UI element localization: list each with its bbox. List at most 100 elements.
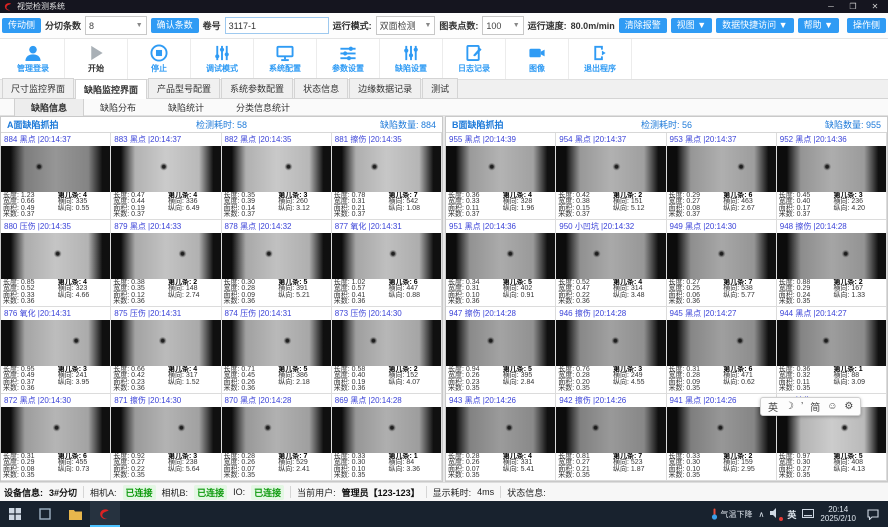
task-view-icon[interactable] xyxy=(30,501,60,527)
defect-thumbnail-image[interactable] xyxy=(667,320,776,366)
defect-tile[interactable]: 872 黑点 |20:14:30长度: 0.31宽度: 0.29面积: 0.08… xyxy=(1,394,111,481)
ime-item-英[interactable]: 英 xyxy=(768,399,778,414)
defect-tile[interactable]: 881 擦伤 |20:14:35长度: 0.78宽度: 0.31面积: 0.21… xyxy=(332,133,442,220)
defect-tile[interactable]: 954 黑点 |20:14:37长度: 0.42宽度: 0.38面积: 0.15… xyxy=(556,133,666,220)
file-explorer-icon[interactable] xyxy=(60,501,90,527)
defect-tile-header[interactable]: 882 黑点 |20:14:35 xyxy=(222,133,331,146)
参数设置-action-button[interactable]: 参数设置 xyxy=(317,39,380,79)
defect-thumbnail-image[interactable] xyxy=(332,320,441,366)
defect-tile[interactable]: 951 黑点 |20:14:36长度: 0.34宽度: 0.31面积: 0.10… xyxy=(446,220,556,307)
defect-tile[interactable]: 955 黑点 |20:14:39长度: 0.36宽度: 0.33面积: 0.11… xyxy=(446,133,556,220)
开始-action-button[interactable]: 开始 xyxy=(65,39,128,79)
defect-tile[interactable]: 949 黑点 |20:14:30长度: 0.27宽度: 0.25面积: 0.06… xyxy=(667,220,777,307)
ime-item-☽[interactable]: ☽ xyxy=(785,401,794,412)
defect-tile[interactable]: 880 压伤 |20:14:35长度: 0.85宽度: 0.52面积: 0.33… xyxy=(1,220,111,307)
defect-tile-header[interactable]: 955 黑点 |20:14:39 xyxy=(446,133,555,146)
defect-tile-header[interactable]: 949 黑点 |20:14:30 xyxy=(667,220,776,233)
defect-tile[interactable]: 875 压伤 |20:14:31长度: 0.66宽度: 0.42面积: 0.23… xyxy=(111,307,221,394)
defect-tile-header[interactable]: 954 黑点 |20:14:37 xyxy=(556,133,665,146)
defect-tile-header[interactable]: 942 擦伤 |20:14:26 xyxy=(556,394,665,407)
clear-alarm-button[interactable]: 清除报警 xyxy=(619,18,667,33)
defect-thumbnail-image[interactable] xyxy=(332,233,441,279)
tab-测试[interactable]: 测试 xyxy=(422,78,458,98)
defect-tile-header[interactable]: 944 黑点 |20:14:27 xyxy=(777,307,886,320)
defect-tile[interactable]: 878 黑点 |20:14:32长度: 0.30宽度: 0.28面积: 0.09… xyxy=(222,220,332,307)
defect-thumbnail-image[interactable] xyxy=(556,407,665,453)
defect-thumbnail-image[interactable] xyxy=(1,146,110,192)
help-menu-button[interactable]: 帮助 ▼ xyxy=(798,18,839,33)
defect-thumbnail-image[interactable] xyxy=(667,146,776,192)
系统配置-action-button[interactable]: 系统配置 xyxy=(254,39,317,79)
defect-tile[interactable]: 877 氧化 |20:14:31长度: 1.02宽度: 0.57面积: 0.41… xyxy=(332,220,442,307)
defect-tile-header[interactable]: 950 小凹坑 |20:14:32 xyxy=(556,220,665,233)
defect-tile[interactable]: 871 擦伤 |20:14:30长度: 0.92宽度: 0.27面积: 0.22… xyxy=(111,394,221,481)
weather-widget[interactable]: 气温下降 xyxy=(711,508,753,520)
subtab-缺陷分布[interactable]: 缺陷分布 xyxy=(84,99,152,116)
tab-边缘数据记录[interactable]: 边缘数据记录 xyxy=(349,78,421,98)
defect-tile-header[interactable]: 871 擦伤 |20:14:30 xyxy=(111,394,220,407)
defect-tile[interactable]: 869 黑点 |20:14:28长度: 0.33宽度: 0.30面积: 0.10… xyxy=(332,394,442,481)
tab-系统参数配置[interactable]: 系统参数配置 xyxy=(221,78,293,98)
defect-thumbnail-image[interactable] xyxy=(111,233,220,279)
defect-thumbnail-image[interactable] xyxy=(446,320,555,366)
停止-action-button[interactable]: 停止 xyxy=(128,39,191,79)
roll-number-input[interactable] xyxy=(225,17,329,34)
defect-tile-header[interactable]: 953 黑点 |20:14:37 xyxy=(667,133,776,146)
缺陷设置-action-button[interactable]: 缺陷设置 xyxy=(380,39,443,79)
defect-tile-header[interactable]: 873 压伤 |20:14:30 xyxy=(332,307,441,320)
defect-thumbnail-image[interactable] xyxy=(111,320,220,366)
调试模式-action-button[interactable]: 调试模式 xyxy=(191,39,254,79)
defect-thumbnail-image[interactable] xyxy=(332,146,441,192)
defect-thumbnail-image[interactable] xyxy=(111,146,220,192)
ime-toolbar[interactable]: 英☽’简☺⚙ xyxy=(760,397,861,416)
defect-tile-header[interactable]: 884 黑点 |20:14:37 xyxy=(1,133,110,146)
defect-tile-header[interactable]: 872 黑点 |20:14:30 xyxy=(1,394,110,407)
defect-thumbnail-image[interactable] xyxy=(222,233,331,279)
volume-icon[interactable] xyxy=(770,508,781,520)
ime-item-☺[interactable]: ☺ xyxy=(827,401,837,412)
subtab-缺陷统计[interactable]: 缺陷统计 xyxy=(152,99,220,116)
tab-缺陷监控界面[interactable]: 缺陷监控界面 xyxy=(75,79,147,99)
defect-tile-header[interactable]: 880 压伤 |20:14:35 xyxy=(1,220,110,233)
defect-tile[interactable]: 882 黑点 |20:14:35长度: 0.35宽度: 0.39面积: 0.14… xyxy=(222,133,332,220)
maximize-icon[interactable]: ❐ xyxy=(842,0,864,13)
defect-tile-header[interactable]: 875 压伤 |20:14:31 xyxy=(111,307,220,320)
defect-tile-header[interactable]: 946 擦伤 |20:14:28 xyxy=(556,307,665,320)
defect-tile[interactable]: 950 小凹坑 |20:14:32长度: 0.52宽度: 0.47面积: 0.2… xyxy=(556,220,666,307)
defect-tile-header[interactable]: 879 黑点 |20:14:33 xyxy=(111,220,220,233)
inspection-app-taskbar-icon[interactable] xyxy=(90,501,120,527)
defect-thumbnail-image[interactable] xyxy=(777,233,886,279)
defect-tile[interactable]: 944 黑点 |20:14:27长度: 0.36宽度: 0.32面积: 0.11… xyxy=(777,307,887,394)
defect-tile[interactable]: 945 黑点 |20:14:27长度: 0.31宽度: 0.28面积: 0.09… xyxy=(667,307,777,394)
defect-tile-header[interactable]: 869 黑点 |20:14:28 xyxy=(332,394,441,407)
ime-item-’[interactable]: ’ xyxy=(801,401,803,412)
minimize-icon[interactable]: ─ xyxy=(820,0,842,13)
defect-tile-header[interactable]: 877 氧化 |20:14:31 xyxy=(332,220,441,233)
defect-tile-header[interactable]: 878 黑点 |20:14:32 xyxy=(222,220,331,233)
tab-产品型号配置[interactable]: 产品型号配置 xyxy=(148,78,220,98)
defect-tile[interactable]: 942 擦伤 |20:14:26长度: 0.81宽度: 0.27面积: 0.21… xyxy=(556,394,666,481)
退出程序-action-button[interactable]: 退出程序 xyxy=(569,39,632,79)
defect-thumbnail-image[interactable] xyxy=(556,320,665,366)
defect-tile[interactable]: 879 黑点 |20:14:33长度: 0.38宽度: 0.35面积: 0.12… xyxy=(111,220,221,307)
defect-thumbnail-image[interactable] xyxy=(556,233,665,279)
slit-count-select[interactable]: 8▼ xyxy=(85,16,147,35)
defect-thumbnail-image[interactable] xyxy=(446,407,555,453)
subtab-缺陷信息[interactable]: 缺陷信息 xyxy=(14,98,84,116)
defect-tile-header[interactable]: 951 黑点 |20:14:36 xyxy=(446,220,555,233)
defect-thumbnail-image[interactable] xyxy=(1,407,110,453)
defect-thumbnail-image[interactable] xyxy=(222,146,331,192)
data-quick-access-menu-button[interactable]: 数据快捷访问 ▼ xyxy=(716,18,793,33)
defect-tile[interactable]: 947 擦伤 |20:14:28长度: 0.94宽度: 0.26面积: 0.23… xyxy=(446,307,556,394)
defect-tile-header[interactable]: 948 擦伤 |20:14:28 xyxy=(777,220,886,233)
operate-side-button[interactable]: 操作侧 xyxy=(847,18,886,33)
defect-tile[interactable]: 946 擦伤 |20:14:28长度: 0.76宽度: 0.28面积: 0.20… xyxy=(556,307,666,394)
defect-thumbnail-image[interactable] xyxy=(556,146,665,192)
defect-thumbnail-image[interactable] xyxy=(446,146,555,192)
defect-thumbnail-image[interactable] xyxy=(446,233,555,279)
defect-tile[interactable]: 870 黑点 |20:14:28长度: 0.28宽度: 0.26面积: 0.07… xyxy=(222,394,332,481)
管理登录-action-button[interactable]: 管理登录 xyxy=(2,39,65,79)
defect-thumbnail-image[interactable] xyxy=(222,320,331,366)
defect-tile-header[interactable]: 952 黑点 |20:14:36 xyxy=(777,133,886,146)
view-menu-button[interactable]: 视图 ▼ xyxy=(671,18,712,33)
